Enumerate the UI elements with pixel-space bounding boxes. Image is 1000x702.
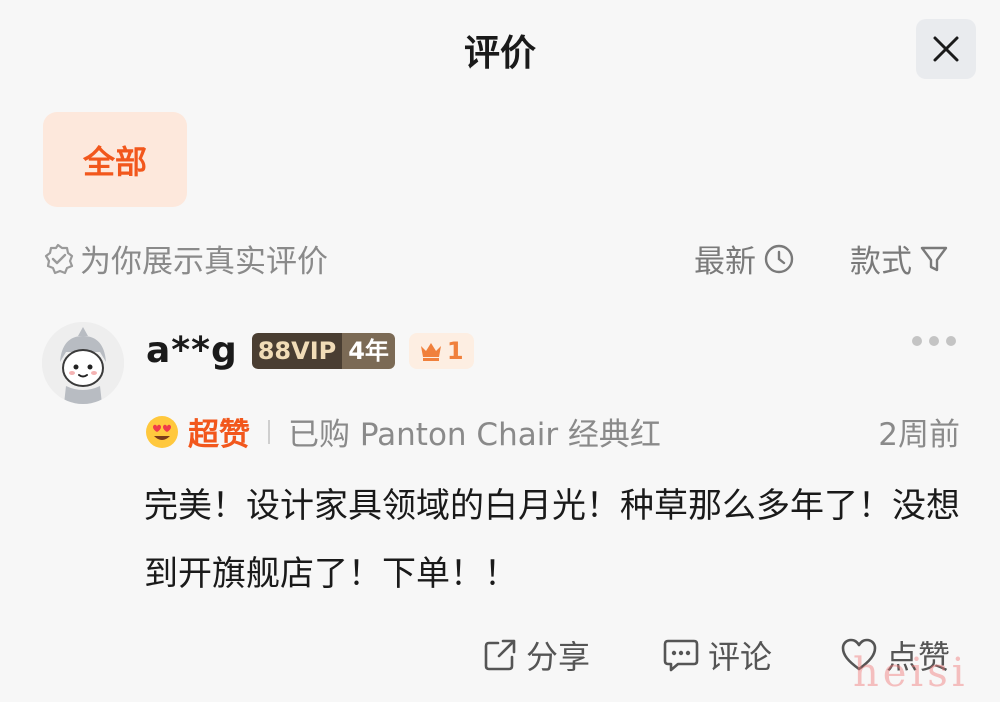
more-options-button[interactable]: [912, 336, 956, 346]
more-dot-icon: [929, 336, 939, 346]
divider: [268, 419, 270, 444]
level-value: 1: [446, 336, 464, 365]
sort-latest-button[interactable]: 最新: [694, 236, 796, 281]
authentic-reviews-notice: 为你展示真实评价: [42, 236, 328, 281]
more-dot-icon: [912, 336, 922, 346]
vip-badge: 88VIP 4年: [251, 332, 395, 369]
username[interactable]: a**g: [146, 330, 238, 371]
review-meta: 超赞 已购 Panton Chair 经典红: [144, 409, 661, 454]
rating-label: 超赞: [188, 417, 250, 453]
share-button[interactable]: 分享: [482, 632, 590, 678]
comment-icon: [663, 639, 699, 672]
sort-latest-label: 最新: [694, 244, 756, 280]
clock-icon: [764, 244, 794, 273]
level-badge: 1: [408, 332, 474, 369]
share-label: 分享: [526, 638, 591, 676]
comment-label: 评论: [708, 638, 773, 676]
style-filter-button[interactable]: 款式: [850, 236, 950, 281]
vip-years: 4年: [342, 332, 395, 369]
review-panel: 评价 全部 为你展示真实评价 最新 款式 a**g 88VIP 4年 1 超赞 …: [0, 0, 1000, 702]
avatar-icon: [42, 322, 124, 404]
close-button[interactable]: [916, 19, 976, 79]
purchase-info: 已购 Panton Chair 经典红: [288, 417, 661, 453]
avatar[interactable]: [42, 322, 124, 404]
vip-label: 88VIP: [251, 332, 343, 369]
page-title: 评价: [463, 33, 536, 74]
review-time: 2周前: [878, 417, 960, 453]
crown-icon: [420, 342, 441, 361]
user-row: a**g 88VIP 4年 1: [146, 330, 474, 371]
watermark: heisi: [853, 650, 969, 696]
filter-all-chip[interactable]: 全部: [43, 112, 187, 207]
close-icon: [933, 36, 959, 62]
share-icon: [484, 639, 516, 671]
review-actions: 分享 评论 点赞: [0, 632, 1000, 680]
heart-eyes-emoji-icon: [146, 415, 178, 448]
review-text: 完美！设计家具领域的白月光！种草那么多年了！没想到开旗舰店了！下单！！: [144, 486, 960, 594]
comment-button[interactable]: 评论: [662, 632, 772, 678]
more-dot-icon: [946, 336, 956, 346]
verified-badge-icon: [44, 243, 74, 274]
filter-icon: [920, 246, 948, 271]
notice-text: 为你展示真实评价: [80, 244, 328, 280]
style-filter-label: 款式: [850, 244, 912, 280]
